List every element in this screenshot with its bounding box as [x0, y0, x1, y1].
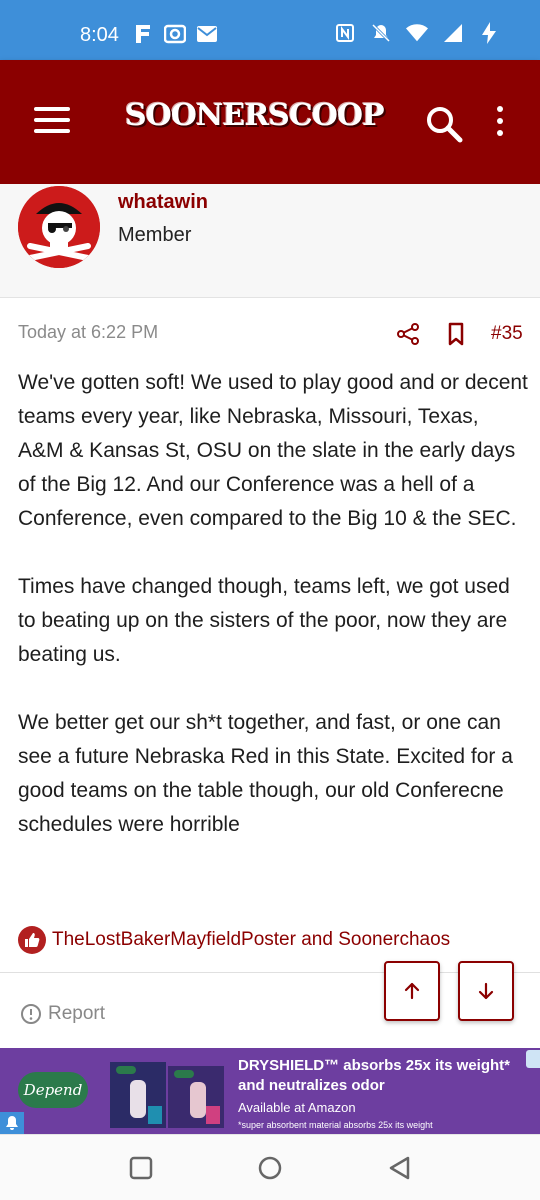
arrow-up-icon: [404, 982, 420, 1000]
post-meta-row: Today at 6:22 PM #35: [0, 316, 540, 352]
avatar[interactable]: [18, 186, 100, 268]
post-body: We've gotten soft! We used to play good …: [18, 366, 528, 876]
alert-circle-icon: [20, 1003, 42, 1025]
post-number-link[interactable]: #35: [491, 323, 523, 345]
camera-notification-icon: [164, 23, 186, 45]
more-vertical-icon[interactable]: [490, 106, 510, 142]
share-icon[interactable]: [396, 322, 420, 346]
battery-charging-icon: [478, 22, 500, 44]
scroll-to-top-button[interactable]: [384, 961, 440, 1021]
signal-icon: [442, 22, 464, 44]
post-timestamp[interactable]: Today at 6:22 PM: [18, 322, 158, 343]
f-notification-icon: [132, 23, 154, 45]
post-author-block: whatawin Member: [0, 184, 540, 298]
status-bar: 8:04: [0, 0, 540, 60]
ad-choices-icon[interactable]: [526, 1050, 540, 1068]
post-paragraph: We better get our sh*t together, and fas…: [18, 711, 513, 836]
nfc-icon: [334, 22, 356, 44]
ad-brand-logo: Depend: [18, 1072, 88, 1108]
site-logo[interactable]: SOONERSCOOP: [125, 98, 385, 133]
app-header: SOONERSCOOP: [0, 60, 540, 184]
scroll-to-bottom-button[interactable]: [458, 961, 514, 1021]
ad-banner[interactable]: Depend DRYSHIELD™ absorbs 25x its weight…: [0, 1048, 540, 1134]
status-notification-icons: [132, 23, 218, 45]
reactions-users-link[interactable]: TheLostBakerMayfieldPoster and Soonercha…: [52, 929, 450, 951]
arrow-down-icon: [478, 982, 494, 1000]
mute-icon: [370, 22, 392, 44]
search-icon[interactable]: [424, 104, 464, 144]
hamburger-icon[interactable]: [34, 107, 70, 137]
back-icon[interactable]: [387, 1155, 413, 1181]
ad-headline: DRYSHIELD™ absorbs 25x its weight* and n…: [238, 1057, 511, 1094]
mail-notification-icon: [196, 23, 218, 45]
like-icon: [18, 926, 46, 954]
post-paragraph: We've gotten soft! We used to play good …: [18, 371, 528, 530]
pirate-skull-icon: [18, 186, 100, 268]
status-system-icons: [334, 22, 500, 44]
status-time: 8:04: [80, 24, 119, 46]
recents-icon[interactable]: [128, 1155, 154, 1181]
post-paragraph: Times have changed though, teams left, w…: [18, 575, 510, 666]
user-title: Member: [118, 224, 192, 246]
reactions-bar: TheLostBakerMayfieldPoster and Soonercha…: [18, 924, 450, 956]
report-link[interactable]: Report: [20, 1003, 105, 1025]
wifi-icon: [406, 22, 428, 44]
home-icon[interactable]: [257, 1155, 283, 1181]
system-nav-bar: [0, 1134, 540, 1200]
ad-subtitle: Available at Amazon: [238, 1100, 356, 1115]
bell-icon[interactable]: [0, 1112, 24, 1134]
ad-fine-print: *super absorbent material absorbs 25x it…: [238, 1120, 433, 1130]
ad-product-image: [108, 1056, 226, 1128]
bookmark-icon[interactable]: [445, 322, 467, 346]
username-link[interactable]: whatawin: [118, 191, 208, 214]
report-label: Report: [48, 1003, 106, 1024]
